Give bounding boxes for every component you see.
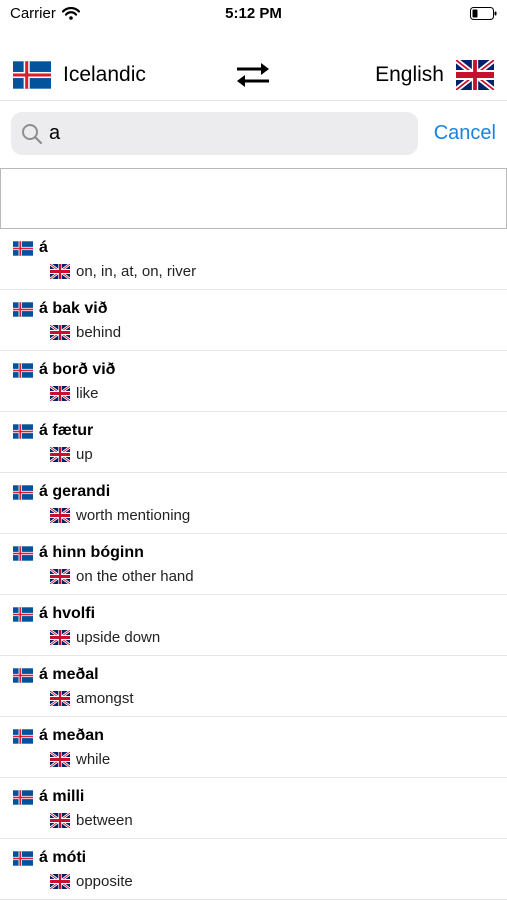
iceland-flag-icon <box>13 545 33 561</box>
source-language-selector[interactable]: Icelandic <box>13 60 146 90</box>
translation-line: upside down <box>50 629 160 646</box>
translation-line: while <box>50 751 110 768</box>
battery-icon <box>470 7 497 20</box>
term-text: á borð við <box>39 361 116 378</box>
term-line: á gerandi <box>13 483 110 501</box>
result-row[interactable]: á milli between <box>0 778 507 839</box>
uk-flag-icon <box>50 752 70 767</box>
term-text: á hinn bóginn <box>39 544 144 561</box>
status-bar: Carrier 5:12 PM <box>0 0 507 30</box>
translation-line: up <box>50 446 93 463</box>
search-bar: Cancel <box>0 100 507 167</box>
term-text: á bak við <box>39 300 108 317</box>
iceland-flag-icon <box>13 789 33 805</box>
term-line: á hvolfi <box>13 605 95 623</box>
translation-text: while <box>76 751 111 768</box>
term-line: á meðan <box>13 727 104 745</box>
result-row[interactable]: á meðan while <box>0 717 507 778</box>
translation-line: between <box>50 812 133 829</box>
translation-text: up <box>76 446 93 463</box>
translation-text: between <box>76 812 133 829</box>
iceland-flag-icon <box>13 850 33 866</box>
term-line: á móti <box>13 849 86 867</box>
term-line: á hinn bóginn <box>13 544 144 562</box>
term-line: á borð við <box>13 361 115 379</box>
uk-flag-icon <box>50 447 70 462</box>
result-row[interactable]: á fætur up <box>0 412 507 473</box>
translation-line: amongst <box>50 690 134 707</box>
uk-flag-icon <box>456 60 494 90</box>
search-input[interactable] <box>49 122 389 145</box>
uk-flag-icon <box>50 264 70 279</box>
translation-line: like <box>50 385 99 402</box>
translation-line: on the other hand <box>50 568 194 585</box>
term-line: á fætur <box>13 422 93 440</box>
translation-text: on the other hand <box>76 568 194 585</box>
term-line: á <box>13 239 48 257</box>
result-row[interactable]: á gerandi worth mentioning <box>0 473 507 534</box>
swap-languages-button[interactable] <box>234 62 272 88</box>
term-text: á fætur <box>39 422 94 439</box>
term-line: á milli <box>13 788 84 806</box>
translation-text: opposite <box>76 873 133 890</box>
result-row[interactable]: á hvolfi upside down <box>0 595 507 656</box>
uk-flag-icon <box>50 325 70 340</box>
translation-line: opposite <box>50 873 133 890</box>
result-row[interactable]: á on, in, at, on, river <box>0 229 507 290</box>
term-text: á hvolfi <box>39 605 96 622</box>
iceland-flag-icon <box>13 484 33 500</box>
uk-flag-icon <box>50 508 70 523</box>
search-field[interactable] <box>11 112 418 155</box>
term-text: á milli <box>39 788 85 805</box>
translation-text: like <box>76 385 99 402</box>
uk-flag-icon <box>50 813 70 828</box>
results-list: á on, in, at, on, river á bak við behind á b… <box>0 229 507 900</box>
translation-text: amongst <box>76 690 134 707</box>
uk-flag-icon <box>50 630 70 645</box>
translation-text: worth mentioning <box>76 507 191 524</box>
iceland-flag-icon <box>13 728 33 744</box>
translation-text: on, in, at, on, river <box>76 263 197 280</box>
iceland-flag-icon <box>13 362 33 378</box>
target-language-selector[interactable]: English <box>375 60 494 90</box>
uk-flag-icon <box>50 386 70 401</box>
term-line: á meðal <box>13 666 99 684</box>
search-icon <box>21 123 43 145</box>
term-line: á bak við <box>13 300 107 318</box>
empty-banner-area <box>0 168 507 229</box>
term-text: á móti <box>39 849 87 866</box>
source-language-label: Icelandic <box>63 63 146 86</box>
translation-text: upside down <box>76 629 161 646</box>
iceland-flag-icon <box>13 60 51 90</box>
iceland-flag-icon <box>13 606 33 622</box>
result-row[interactable]: á bak við behind <box>0 290 507 351</box>
iceland-flag-icon <box>13 301 33 317</box>
status-time: 5:12 PM <box>225 5 282 22</box>
result-row[interactable]: á borð við like <box>0 351 507 412</box>
iceland-flag-icon <box>13 240 33 256</box>
language-bar: Icelandic English <box>0 52 507 101</box>
term-text: á gerandi <box>39 483 111 500</box>
uk-flag-icon <box>50 691 70 706</box>
result-row[interactable]: á hinn bóginn on the other hand <box>0 534 507 595</box>
translation-text: behind <box>76 324 122 341</box>
term-text: á meðan <box>39 727 104 744</box>
swap-icon <box>234 62 272 88</box>
term-text: á <box>39 239 48 256</box>
term-text: á meðal <box>39 666 99 683</box>
result-row[interactable]: á móti opposite <box>0 839 507 900</box>
translation-line: on, in, at, on, river <box>50 263 196 280</box>
uk-flag-icon <box>50 569 70 584</box>
translation-line: worth mentioning <box>50 507 190 524</box>
result-row[interactable]: á meðal amongst <box>0 656 507 717</box>
translation-line: behind <box>50 324 121 341</box>
target-language-label: English <box>375 63 444 86</box>
iceland-flag-icon <box>13 667 33 683</box>
cancel-button[interactable]: Cancel <box>434 122 496 145</box>
uk-flag-icon <box>50 874 70 889</box>
iceland-flag-icon <box>13 423 33 439</box>
